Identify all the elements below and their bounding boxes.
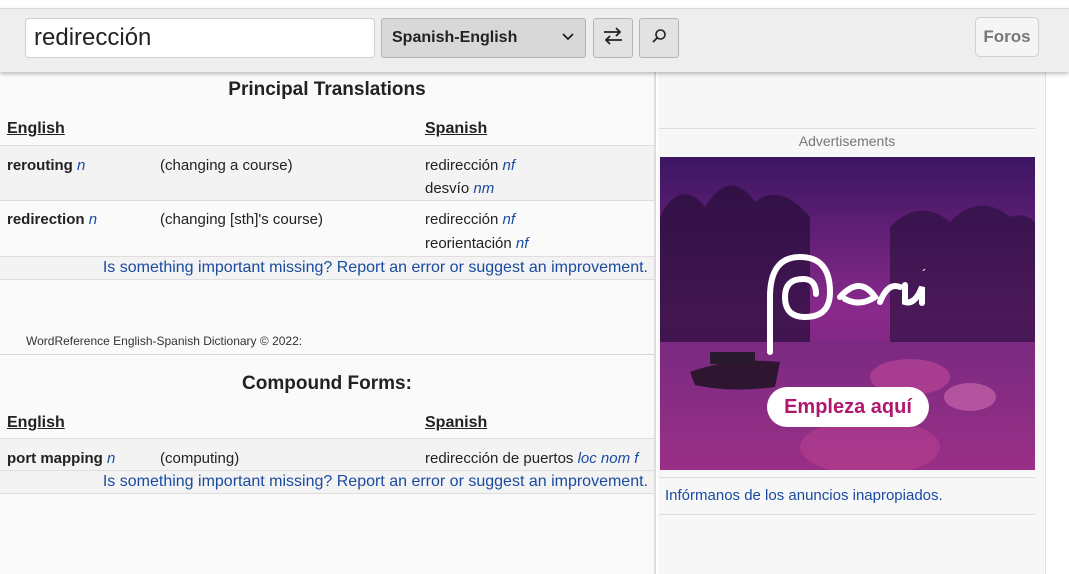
entry-term: redirection <box>7 211 85 228</box>
translation-pos: nf <box>502 157 516 174</box>
principal-translations-title: Principal Translations <box>228 79 426 100</box>
search-icon <box>651 28 667 49</box>
translation-word: redirección <box>425 211 499 228</box>
sidebar-divider <box>659 477 1035 478</box>
translation-pos: nf <box>515 235 529 252</box>
translation-pos: nm <box>473 180 495 197</box>
copyright-notice: WordReference English-Spanish Dictionary… <box>26 334 303 348</box>
principal-col-spanish: Spanish <box>425 120 488 137</box>
entry-pos: n <box>77 157 86 174</box>
dictionary-select-value: Spanish-English <box>392 29 518 46</box>
translation-word: redirección <box>425 157 499 174</box>
swap-languages-button[interactable] <box>593 18 633 58</box>
table-row: rerouting n (changing a course) redirecc… <box>0 145 654 200</box>
svg-text:´: ´ <box>922 266 927 282</box>
translation-word: reorientación <box>425 235 512 252</box>
entry-pos: n <box>88 211 98 228</box>
ads-label: Advertisements <box>798 133 896 149</box>
entry-pos: n <box>107 450 116 467</box>
table-row: port mapping n (computing) redirección d… <box>0 438 654 470</box>
page: Spanish-English Foros Prin <box>0 0 1069 574</box>
ad-sidebar: Advertisements ´ Empleza aquí Infórmanos… <box>658 72 1046 574</box>
principal-col-english: English <box>7 120 65 137</box>
advertisement-banner[interactable]: ´ Empleza aquí <box>660 157 1035 470</box>
compound-col-english: English <box>7 414 65 431</box>
report-error-link[interactable]: Is something important missing? Report a… <box>0 256 654 280</box>
swap-arrows-icon <box>602 26 624 50</box>
top-search-bar: Spanish-English Foros <box>0 8 1069 72</box>
translation-word: redirección de puertos <box>425 450 574 467</box>
table-row: redirection n (changing [sth]'s course) … <box>0 200 654 256</box>
report-error-link[interactable]: Is something important missing? Report a… <box>0 470 654 494</box>
translation-word: desvío <box>425 180 470 197</box>
report-ads-link[interactable]: Infórmanos de los anuncios inapropiados. <box>665 487 943 504</box>
entry-sense: (computing) <box>160 450 240 467</box>
dictionary-results: Principal Translations English Spanish r… <box>0 72 656 574</box>
sidebar-divider <box>659 128 1035 129</box>
forum-button[interactable]: Foros <box>975 17 1039 57</box>
entry-sense: (changing [sth]'s course) <box>160 211 323 228</box>
entry-sense: (changing a course) <box>160 157 293 174</box>
search-button[interactable] <box>639 18 679 58</box>
chevron-down-icon <box>561 29 575 48</box>
dictionary-select[interactable]: Spanish-English <box>381 18 586 58</box>
translation-pos: loc nom f <box>577 450 639 467</box>
entry-term: rerouting <box>7 157 73 174</box>
translation-pos: nf <box>502 211 516 228</box>
section-divider <box>0 354 654 355</box>
ad-cta-button[interactable]: Empleza aquí <box>767 387 929 427</box>
search-input[interactable] <box>25 18 375 58</box>
compound-forms-title: Compound Forms: <box>242 373 412 394</box>
entry-term: port mapping <box>7 450 103 467</box>
sidebar-divider <box>659 514 1035 515</box>
compound-col-spanish: Spanish <box>425 414 488 431</box>
